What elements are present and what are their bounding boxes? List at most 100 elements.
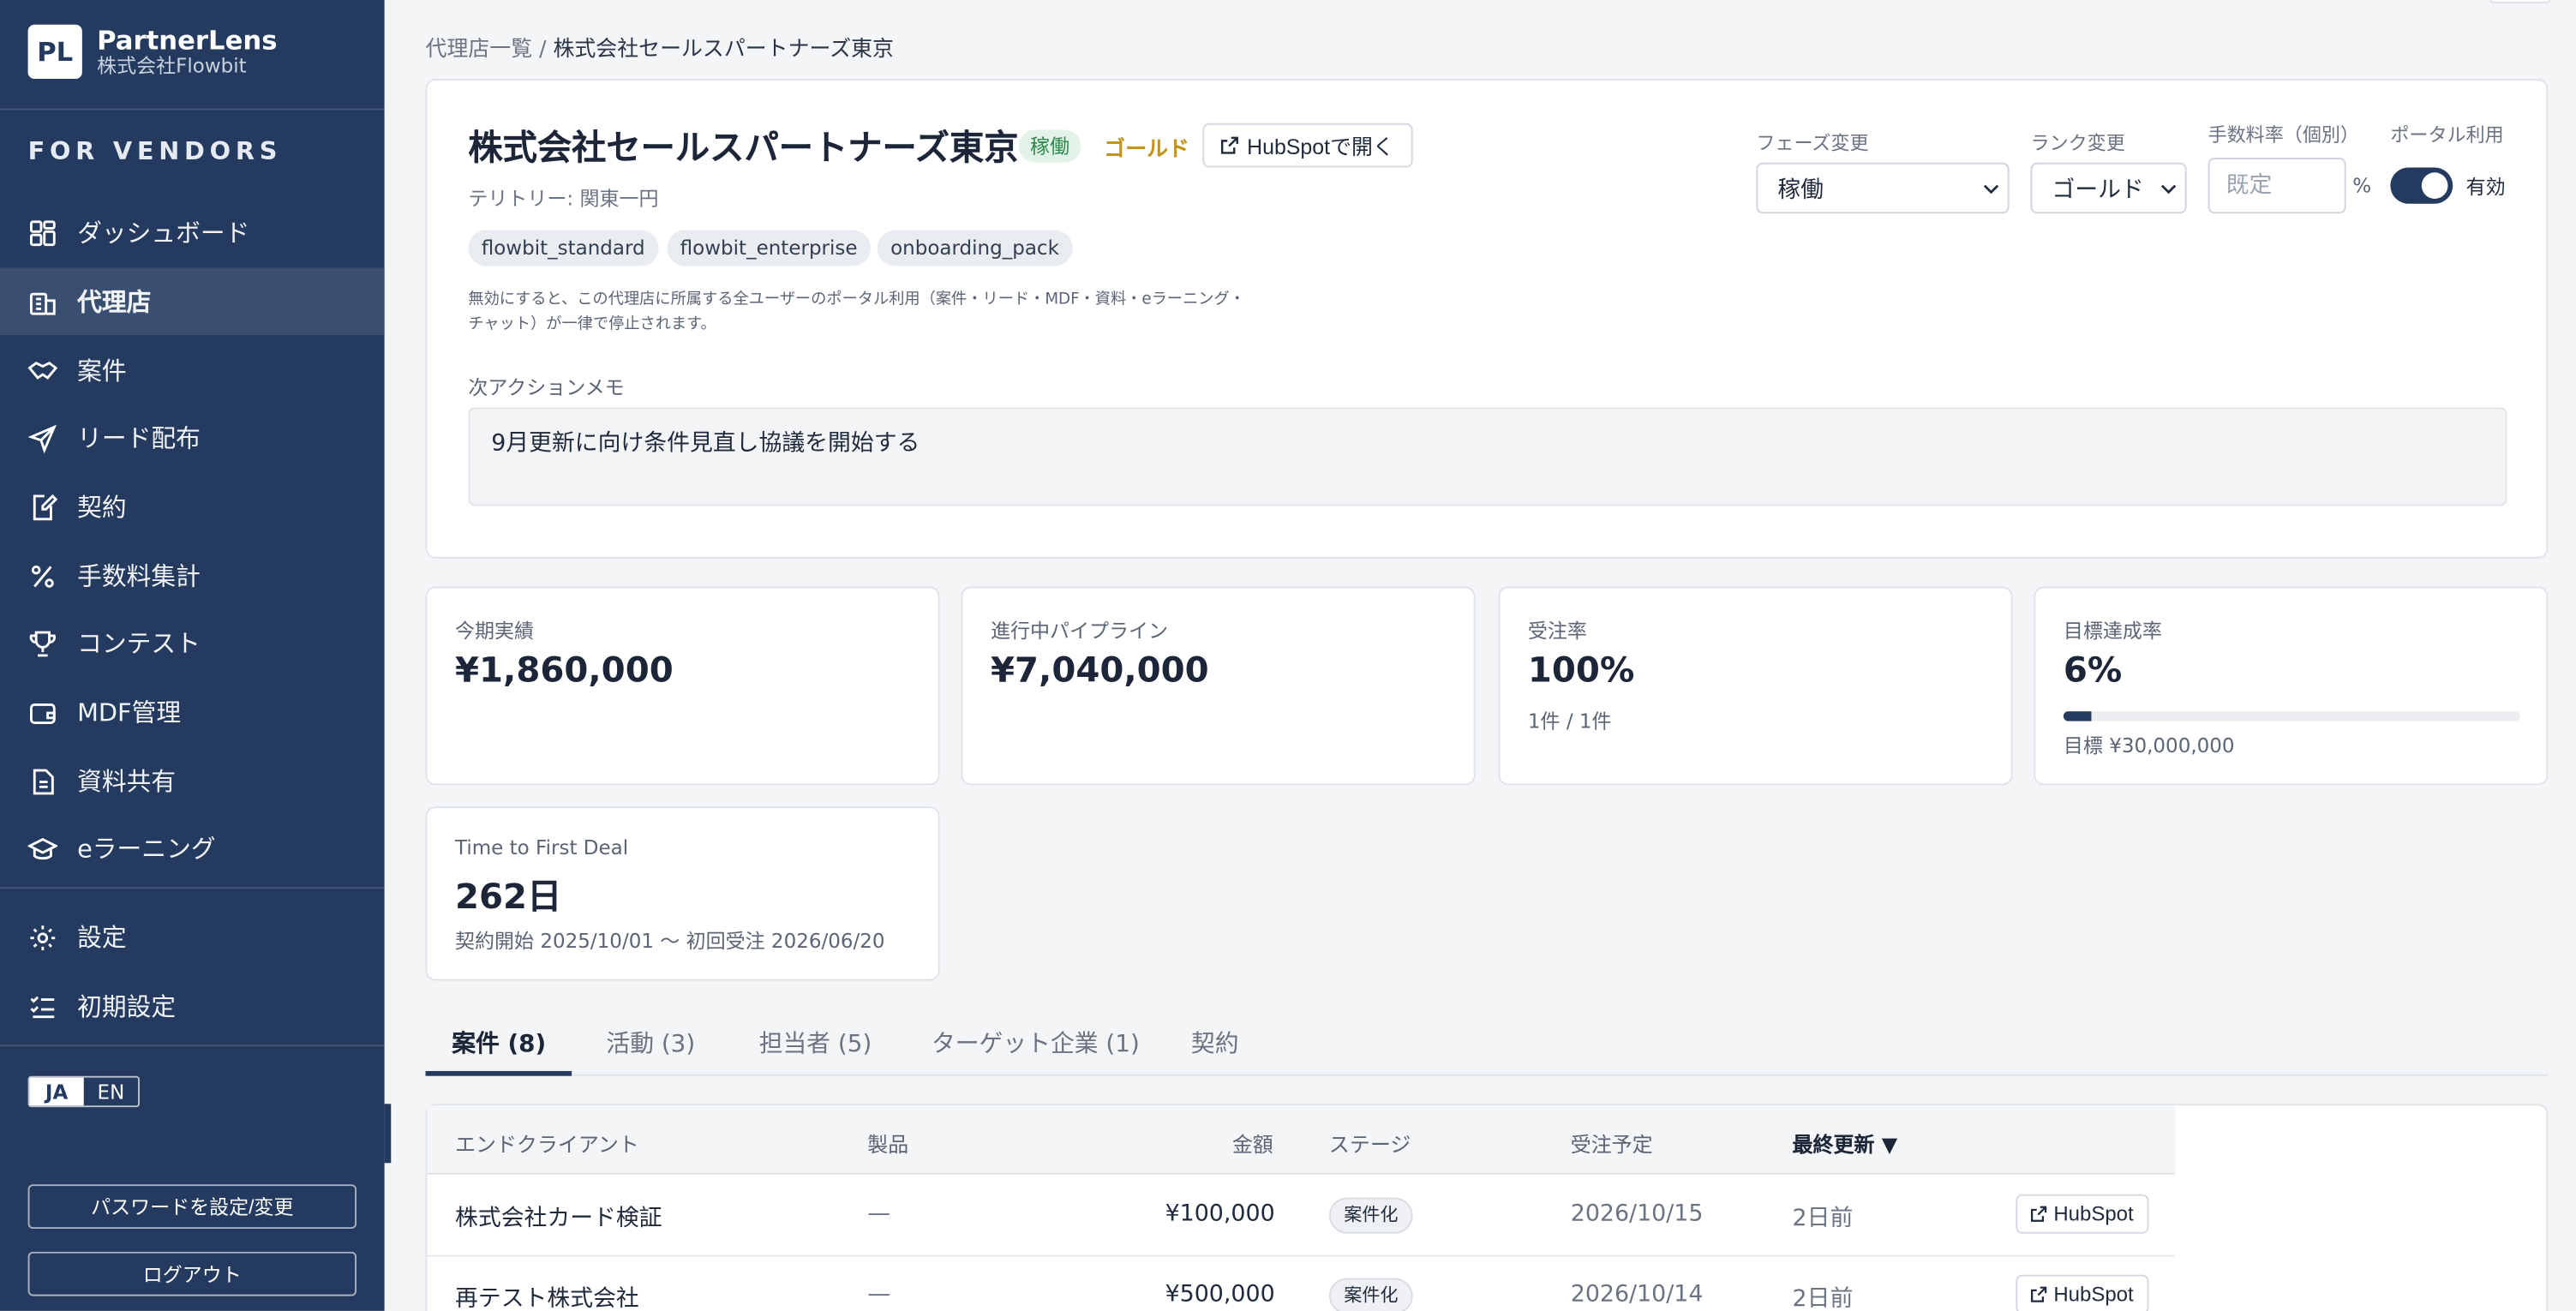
contract-edit-icon — [33, 493, 58, 520]
sidebar-item-deals[interactable]: 案件 — [0, 337, 385, 404]
language-switch: JA EN — [27, 1075, 140, 1108]
breadcrumb: 代理店一覧 / 株式会社セールスパートナーズ東京 — [426, 31, 894, 63]
column-header-client[interactable]: エンドクライアント — [455, 1127, 639, 1158]
kpi-sub: 1件 / 1件 — [1527, 709, 1612, 733]
sidebar-item-label: 代理店 — [77, 287, 152, 318]
portal-disable-note-line: 無効にすると、この代理店に所属する全ユーザーのポータル利用（案件・リード・MDF… — [468, 290, 1245, 309]
memo-label: 次アクションメモ — [468, 376, 625, 399]
target-progress-bar — [2063, 711, 2520, 721]
rank-select[interactable]: ゴールド — [2030, 162, 2187, 214]
sidebar-item-lead-distribution[interactable]: リード配布 — [0, 404, 385, 472]
table-cell-product: — — [867, 1281, 891, 1308]
tab-contacts[interactable]: 担当者 (5) — [759, 1025, 872, 1059]
sidebar-item-label: 契約 — [77, 493, 127, 523]
change-password-button[interactable]: パスワードを設定/変更 — [27, 1184, 357, 1229]
portal-disable-note-line: チャット）が一律で停止されます。 — [468, 315, 716, 334]
column-header-amount[interactable]: 金額 — [1232, 1127, 1273, 1158]
lang-ja-button[interactable]: JA — [29, 1077, 84, 1106]
row-divider — [427, 1254, 2176, 1257]
building-icon — [29, 291, 56, 314]
kpi-value: ¥7,040,000 — [991, 650, 1209, 691]
fee-rate-input[interactable] — [2208, 158, 2346, 214]
fee-rate-unit: % — [2352, 174, 2372, 198]
percent-icon — [31, 565, 54, 587]
status-badge: 稼働 — [1018, 129, 1081, 163]
kpi-sub: 目標 ¥30,000,000 — [2063, 733, 2235, 757]
column-header-stage[interactable]: ステージ — [1329, 1127, 1411, 1158]
table-cell-last-updated: 2日前 — [1792, 1206, 1854, 1232]
portal-disable-note: 無効にすると、この代理店に所属する全ユーザーのポータル利用（案件・リード・MDF… — [468, 287, 1256, 337]
sidebar-divider — [0, 887, 385, 889]
sidebar-item-label: 案件 — [77, 356, 127, 386]
table-cell-product: — — [867, 1200, 891, 1228]
sidebar-item-commissions[interactable]: 手数料集計 — [0, 542, 385, 610]
tab-deals[interactable]: 案件 (8) — [452, 1025, 546, 1059]
graduation-cap-icon — [27, 837, 58, 859]
kpi-label: 受注率 — [1527, 619, 1587, 643]
external-link-icon — [1220, 136, 1238, 154]
row-hubspot-label: HubSpot — [2053, 1283, 2134, 1307]
checklist-icon — [30, 995, 55, 1018]
logout-button[interactable]: ログアウト — [27, 1251, 357, 1296]
sidebar-item-label: コンテスト — [77, 629, 201, 659]
kpi-label: 今期実績 — [455, 619, 535, 643]
row-hubspot-button[interactable]: HubSpot — [2016, 1274, 2148, 1311]
column-header-product[interactable]: 製品 — [867, 1127, 908, 1158]
sidebar-item-dashboard[interactable]: ダッシュボード — [0, 199, 385, 266]
kpi-value: ¥1,860,000 — [455, 650, 674, 691]
sidebar-divider — [0, 1045, 385, 1047]
tab-target-companies[interactable]: ターゲット企業 (1) — [932, 1025, 1140, 1059]
kpi-label: Time to First Deal — [455, 835, 629, 859]
portal-usage-toggle[interactable] — [2390, 167, 2453, 204]
send-icon — [27, 423, 57, 453]
sidebar-item-settings[interactable]: 設定 — [0, 903, 385, 971]
sidebar: PL PartnerLens 株式会社Flowbit FOR VENDORS ダ… — [0, 0, 385, 1311]
sidebar-notch — [384, 1104, 392, 1164]
brand-name: PartnerLens — [97, 24, 278, 57]
column-header-expected-close[interactable]: 受注予定 — [1571, 1127, 1653, 1158]
sidebar-item-partners[interactable]: 代理店 — [0, 267, 385, 336]
chevron-down-icon — [1983, 184, 1999, 195]
phase-select[interactable]: 稼働 — [1756, 162, 2010, 214]
product-tag: flowbit_standard — [468, 230, 659, 266]
table-cell-client[interactable]: 再テスト株式会社 — [455, 1281, 639, 1311]
sidebar-item-initial-setup[interactable]: 初期設定 — [0, 973, 385, 1040]
table-cell-client[interactable]: 株式会社カード検証 — [455, 1200, 662, 1233]
portal-usage-label: ポータル利用 — [2390, 123, 2504, 147]
row-hubspot-button[interactable]: HubSpot — [2016, 1194, 2148, 1234]
product-tag: onboarding_pack — [877, 230, 1073, 266]
column-header-last-updated[interactable]: 最終更新 ▼ — [1793, 1127, 1898, 1158]
sidebar-item-mdf[interactable]: MDF管理 — [0, 679, 385, 746]
open-hubspot-label: HubSpotで開く — [1247, 135, 1394, 159]
phase-select-value: 稼働 — [1777, 177, 1824, 203]
gear-icon — [30, 925, 56, 950]
brand[interactable]: PL PartnerLens 株式会社Flowbit — [27, 24, 278, 80]
stage-badge: 案件化 — [1328, 1278, 1413, 1311]
table-cell-amount: ¥100,000 — [1165, 1200, 1275, 1228]
sidebar-item-documents[interactable]: 資料共有 — [0, 747, 385, 815]
kpi-card-pipeline: 進行中パイプライン ¥7,040,000 — [961, 586, 1476, 786]
open-hubspot-button[interactable]: HubSpotで開く — [1202, 123, 1412, 168]
portal-usage-value: 有効 — [2465, 176, 2506, 199]
next-action-memo[interactable]: 9月更新に向け条件見直し協議を開始する — [468, 407, 2507, 506]
kpi-sub: 契約開始 2025/10/01 〜 初回受注 2026/06/20 — [455, 930, 885, 953]
phase-label: フェーズ変更 — [1756, 131, 1869, 155]
top-corner-control — [2489, 0, 2552, 3]
rank-label: ランク変更 — [2030, 131, 2125, 155]
sidebar-item-contracts[interactable]: 契約 — [0, 473, 385, 541]
external-link-icon — [2031, 1206, 2047, 1222]
kpi-value: 6% — [2063, 650, 2123, 691]
lang-en-button[interactable]: EN — [84, 1078, 138, 1106]
sidebar-item-contests[interactable]: コンテスト — [0, 609, 385, 677]
sidebar-item-label: 資料共有 — [77, 767, 177, 797]
sidebar-item-elearning[interactable]: eラーニング — [0, 815, 385, 883]
active-tab-indicator — [425, 1070, 572, 1076]
rank-select-value: ゴールド — [2052, 177, 2144, 203]
tab-contracts[interactable]: 契約 — [1191, 1025, 1239, 1059]
breadcrumb-parent-link[interactable]: 代理店一覧 — [426, 38, 533, 63]
breadcrumb-current: 株式会社セールスパートナーズ東京 — [553, 38, 894, 63]
fee-rate-label: 手数料率（個別） — [2208, 123, 2359, 147]
kpi-card-time-to-first-deal: Time to First Deal 262日 契約開始 2025/10/01 … — [425, 806, 940, 981]
tab-activities[interactable]: 活動 (3) — [606, 1025, 695, 1059]
kpi-label: 進行中パイプライン — [991, 619, 1169, 643]
